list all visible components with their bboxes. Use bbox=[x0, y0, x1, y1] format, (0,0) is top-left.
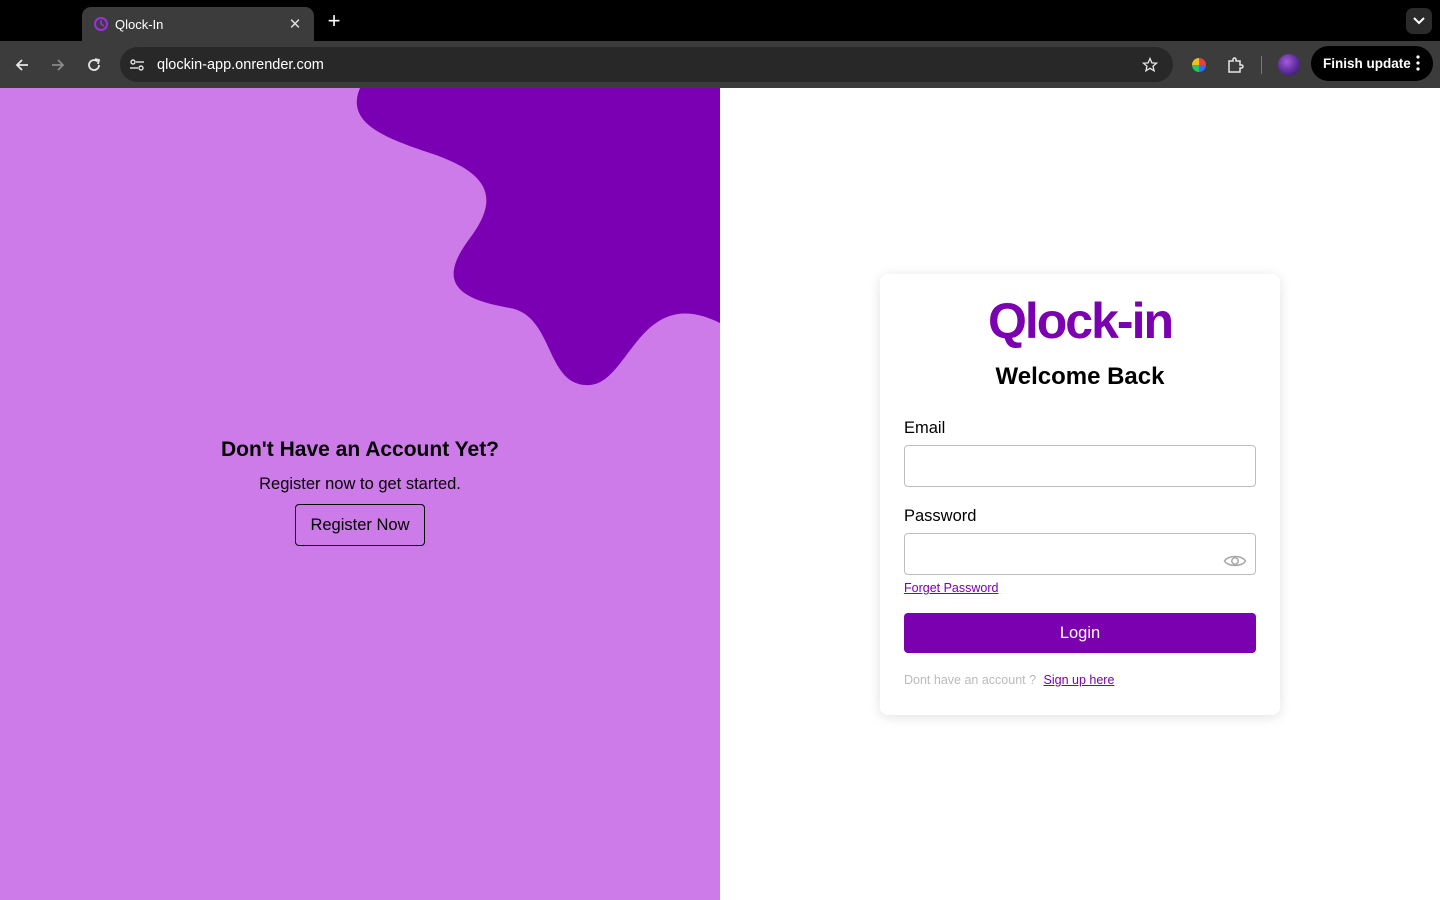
browser-toolbar: qlockin-app.onrender.com Finish update bbox=[0, 41, 1440, 88]
signup-row: Dont have an account ? Sign up here bbox=[904, 673, 1256, 687]
browser-tab-strip: Qlock-In ✕ + bbox=[0, 0, 1440, 41]
signup-prompt: Dont have an account ? bbox=[904, 673, 1037, 687]
address-bar[interactable]: qlockin-app.onrender.com bbox=[120, 47, 1173, 82]
login-card: Qlock-in Welcome Back Email Password For… bbox=[880, 274, 1280, 715]
forward-arrow-icon[interactable] bbox=[45, 52, 71, 78]
register-heading: Don't Have an Account Yet? bbox=[220, 438, 500, 461]
qlock-favicon-icon bbox=[93, 16, 109, 32]
close-tab-icon[interactable]: ✕ bbox=[286, 15, 304, 33]
email-label: Email bbox=[904, 419, 946, 437]
qlock-in-logo: Qlock-in bbox=[987, 293, 1174, 349]
new-tab-plus-icon[interactable]: + bbox=[322, 8, 346, 33]
welcome-title: Welcome Back bbox=[995, 363, 1165, 390]
password-field-wrapper bbox=[904, 533, 1256, 575]
extensions-puzzle-icon[interactable] bbox=[1222, 52, 1248, 78]
back-arrow-icon[interactable] bbox=[9, 52, 35, 78]
tab-title: Qlock-In bbox=[115, 16, 164, 32]
site-info-tune-icon[interactable] bbox=[124, 52, 150, 78]
forgot-password-link[interactable]: Forget Password bbox=[904, 581, 998, 595]
bookmark-star-icon[interactable] bbox=[1137, 52, 1163, 78]
more-vertical-icon[interactable] bbox=[1413, 54, 1423, 72]
email-field[interactable] bbox=[904, 445, 1256, 487]
finish-update-label: Finish update bbox=[1323, 56, 1411, 71]
page-viewport: Don't Have an Account Yet? Register now … bbox=[0, 88, 1440, 900]
browser-tab-active[interactable]: Qlock-In ✕ bbox=[82, 7, 314, 41]
password-label: Password bbox=[904, 507, 977, 525]
tab-search-chevron-icon[interactable] bbox=[1406, 8, 1432, 34]
register-panel: Don't Have an Account Yet? Register now … bbox=[0, 88, 720, 900]
register-subtext: Register now to get started. bbox=[259, 475, 461, 493]
login-button[interactable]: Login bbox=[904, 613, 1256, 653]
reload-icon[interactable] bbox=[81, 52, 107, 78]
register-cta: Don't Have an Account Yet? Register now … bbox=[0, 438, 720, 546]
profile-avatar[interactable] bbox=[1278, 54, 1300, 76]
register-now-button[interactable]: Register Now bbox=[295, 504, 425, 546]
sign-up-link[interactable]: Sign up here bbox=[1044, 673, 1115, 687]
show-password-eye-icon[interactable] bbox=[1222, 549, 1248, 573]
finish-update-button[interactable]: Finish update bbox=[1311, 46, 1433, 81]
toolbar-divider bbox=[1261, 56, 1262, 74]
color-extension-icon[interactable] bbox=[1186, 52, 1212, 78]
url-text: qlockin-app.onrender.com bbox=[157, 56, 324, 73]
password-field[interactable] bbox=[904, 533, 1256, 575]
